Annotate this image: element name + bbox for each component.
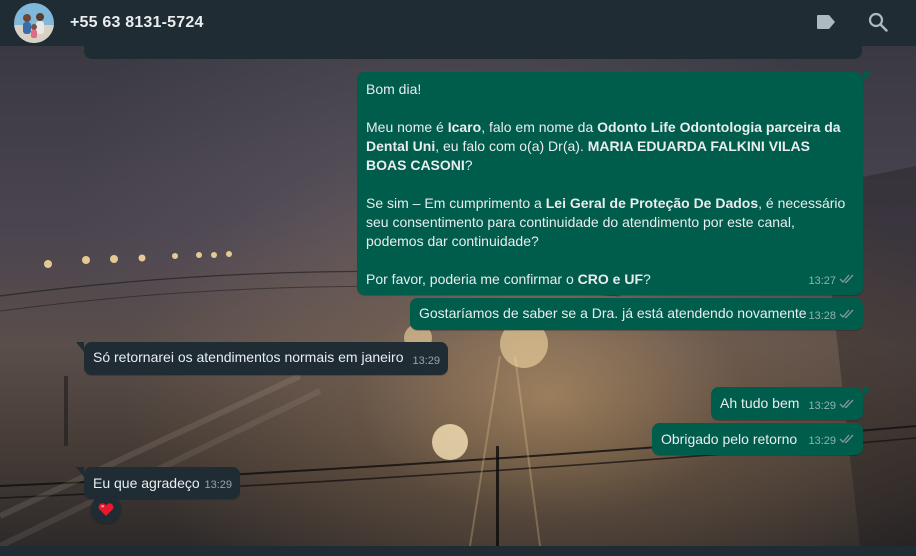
message-outgoing[interactable]: Obrigado pelo retorno 13:29	[652, 423, 863, 455]
message-outgoing[interactable]: Ah tudo bem 13:29	[711, 387, 871, 420]
profile-photo-icon	[14, 3, 54, 43]
message-meta: 13:27	[808, 272, 855, 291]
message-time: 13:29	[808, 435, 836, 447]
chat-window: +55 63 8131-5724 Bom dia! Meu nome é Ica…	[0, 0, 916, 556]
message-list[interactable]: Bom dia! Meu nome é Icaro, falo em nome …	[0, 46, 916, 546]
heart-icon	[98, 502, 114, 516]
previous-message-edge	[84, 46, 862, 59]
message-text: Obrigado pelo retorno	[661, 431, 798, 447]
label-icon[interactable]	[814, 10, 838, 34]
double-check-icon	[839, 307, 855, 326]
header-actions	[814, 10, 890, 34]
message-time: 13:27	[808, 275, 836, 287]
message-outgoing[interactable]: Gostaríamos de saber se a Dra. já está a…	[410, 298, 863, 330]
message-paragraph: Meu nome é Icaro, falo em nome da Odonto…	[366, 119, 841, 173]
message-meta: 13:29	[204, 476, 232, 495]
double-check-icon	[839, 397, 855, 416]
message-meta: 13:28	[808, 307, 855, 326]
bubble-tail	[863, 387, 871, 397]
message-paragraph: Se sim – Em cumprimento a Lei Geral de P…	[366, 195, 846, 249]
message-text: Gostaríamos de saber se a Dra. já está a…	[419, 305, 807, 321]
bubble-tail	[76, 467, 84, 477]
bubble-tail	[863, 72, 871, 82]
reaction-badge[interactable]	[91, 495, 121, 523]
chat-header: +55 63 8131-5724	[0, 0, 916, 46]
message-time: 13:29	[204, 479, 232, 491]
message-time: 13:29	[412, 355, 440, 367]
composer-bar	[0, 546, 916, 556]
message-meta: 13:29	[808, 397, 855, 416]
message-greeting: Bom dia!	[366, 81, 422, 97]
message-incoming[interactable]: Só retornarei os atendimentos normais em…	[76, 342, 448, 375]
search-icon[interactable]	[866, 10, 890, 34]
contact-name[interactable]: +55 63 8131-5724	[70, 14, 204, 32]
avatar[interactable]	[14, 3, 54, 43]
double-check-icon	[839, 432, 855, 451]
message-meta: 13:29	[808, 432, 855, 451]
message-text: Bom dia! Meu nome é Icaro, falo em nome …	[366, 80, 853, 289]
message-meta: 13:29	[412, 352, 440, 371]
message-outgoing[interactable]: Bom dia! Meu nome é Icaro, falo em nome …	[357, 72, 871, 295]
message-text: Eu que agradeço	[93, 475, 200, 491]
message-text: Só retornarei os atendimentos normais em…	[93, 349, 404, 365]
bubble-tail	[76, 342, 84, 352]
message-time: 13:28	[808, 310, 836, 322]
message-paragraph: Por favor, poderia me confirmar o CRO e …	[366, 271, 651, 287]
message-text: Ah tudo bem	[720, 395, 800, 411]
double-check-icon	[839, 272, 855, 291]
message-time: 13:29	[808, 400, 836, 412]
